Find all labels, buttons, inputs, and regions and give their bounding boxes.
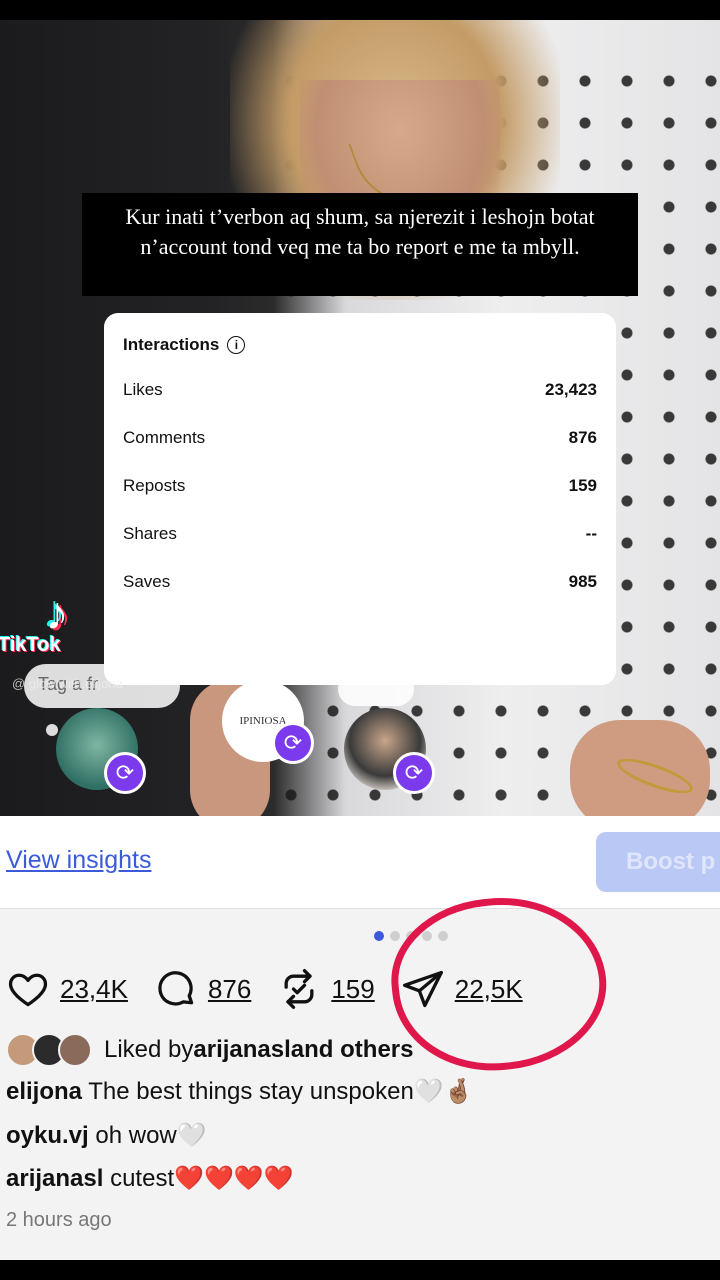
comment-icon — [158, 971, 194, 1006]
repost-button[interactable]: 159 — [277, 967, 375, 1011]
comment-text: The best things stay unspoken🤍🤞🏽 — [82, 1078, 474, 1105]
comment-button[interactable]: 876 — [154, 967, 251, 1011]
comment-user[interactable]: elijona — [6, 1078, 82, 1105]
likes-count[interactable]: 23,4K — [60, 974, 128, 1005]
post-timestamp: 2 hours ago — [6, 1209, 112, 1231]
heart-icon — [8, 973, 48, 1007]
interaction-row-likes: Likes 23,423 — [123, 366, 597, 414]
row-label: Likes — [123, 380, 163, 399]
comment-text: oh wow🤍 — [88, 1122, 207, 1149]
liked-by-user[interactable]: arijanasl — [193, 1036, 290, 1064]
repost-icon: ⟳ — [104, 752, 146, 794]
row-label: Shares — [123, 524, 177, 543]
tiktok-watermark: ♪ TikTok — [0, 587, 102, 657]
row-label: Comments — [123, 428, 206, 447]
interaction-row-shares: Shares -- — [123, 510, 597, 558]
liked-by-prefix: Liked by — [104, 1036, 194, 1063]
reposts-count[interactable]: 159 — [331, 974, 374, 1005]
tiktok-wordmark: TikTok — [0, 634, 61, 656]
liked-by-suffix[interactable]: and others — [291, 1036, 414, 1064]
row-value: 876 — [568, 428, 597, 447]
row-value: 23,423 — [545, 380, 597, 399]
row-label: Saves — [123, 572, 171, 591]
tiktok-logo-icon: ♪ — [45, 587, 69, 639]
interactions-card: Interactions i Likes 23,423 Comments 876… — [104, 313, 616, 685]
info-icon[interactable]: i — [227, 336, 246, 354]
repost-icon: ⟳ — [272, 722, 314, 764]
boost-post-button[interactable]: Boost p — [596, 832, 720, 892]
insights-bar: View insights Boost p — [0, 816, 720, 908]
liker-avatars[interactable] — [6, 1033, 92, 1067]
tiktok-handle: @ glow.with.elijona — [12, 676, 123, 691]
interactions-title: Interactions — [123, 335, 220, 354]
row-value: 985 — [568, 572, 597, 591]
row-value: -- — [585, 524, 597, 543]
comment-user[interactable]: oyku.vj — [6, 1122, 89, 1149]
post-footer: 23,4K 876 159 22,5K Liked by arijanasl a… — [0, 908, 720, 1260]
interaction-row-saves: Saves 985 — [123, 558, 597, 606]
row-label: Reposts — [123, 476, 186, 495]
interaction-row-comments: Comments 876 — [123, 414, 597, 462]
view-insights-link[interactable]: View insights — [6, 846, 151, 875]
interaction-row-reposts: Reposts 159 — [123, 462, 597, 510]
comment-user[interactable]: arijanasl — [6, 1165, 103, 1192]
like-button[interactable]: 23,4K — [6, 967, 128, 1011]
avatar — [58, 1033, 92, 1067]
liked-by: Liked by arijanasl and others — [6, 1033, 413, 1067]
interactions-header: Interactions i — [123, 333, 597, 357]
story-caption: Kur inati t’verbon aq shum, sa njerezit … — [82, 193, 638, 296]
comments-count[interactable]: 876 — [208, 974, 251, 1005]
repost-arrows-icon — [284, 969, 314, 1009]
status-bar — [0, 0, 720, 20]
row-value: 159 — [568, 476, 597, 495]
comment-text: cutest❤️❤️❤️❤️ — [103, 1165, 294, 1192]
bottom-bar — [0, 1260, 720, 1280]
comment-item: arijanasl cutest❤️❤️❤️❤️ — [6, 1164, 294, 1193]
repost-icon: ⟳ — [393, 752, 435, 794]
comment-item: elijona The best things stay unspoken🤍🤞🏽 — [6, 1077, 474, 1106]
comment-item: oyku.vj oh wow🤍 — [6, 1121, 207, 1150]
